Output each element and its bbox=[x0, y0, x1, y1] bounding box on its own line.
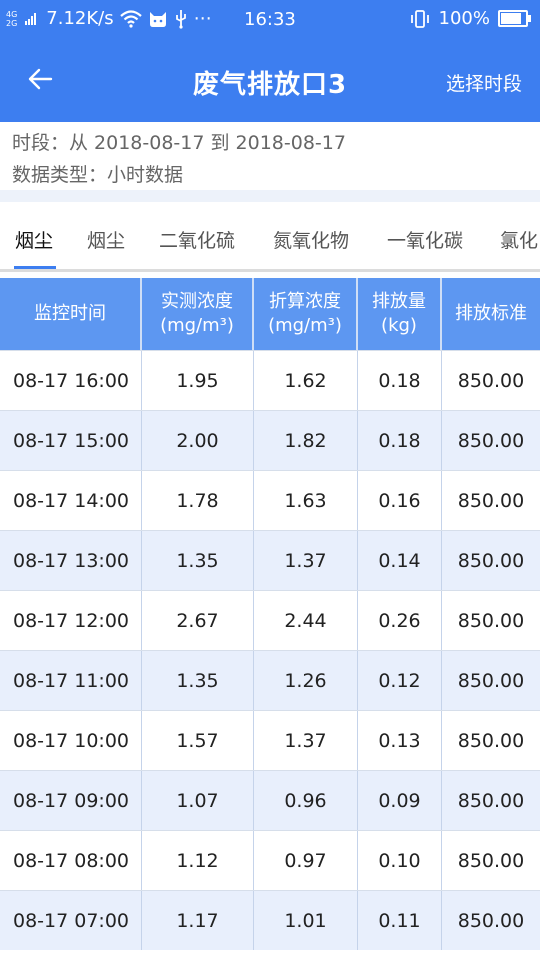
cell-converted: 0.96 bbox=[254, 771, 358, 830]
table-row[interactable]: 08-17 13:00 1.35 1.37 0.14 850.00 bbox=[0, 530, 540, 590]
emission-data-table: 监控时间 实测浓度 (mg/m³) 折算浓度 (mg/m³) 排放量 (kg) 排放标… bbox=[0, 278, 540, 950]
cell-measured: 1.07 bbox=[142, 771, 254, 830]
cell-time: 08-17 11:00 bbox=[0, 651, 142, 710]
table-row[interactable]: 08-17 14:00 1.78 1.63 0.16 850.00 bbox=[0, 470, 540, 530]
table-header-row: 监控时间 实测浓度 (mg/m³) 折算浓度 (mg/m³) 排放量 (kg) 排放标… bbox=[0, 278, 540, 350]
network-top-label: 4G bbox=[6, 9, 18, 19]
cell-time: 08-17 07:00 bbox=[0, 891, 142, 950]
cell-emission: 0.16 bbox=[358, 471, 442, 530]
more-notifications-icon: ⋯ bbox=[193, 8, 212, 29]
usb-icon bbox=[175, 9, 186, 29]
table-row[interactable]: 08-17 08:00 1.12 0.97 0.10 850.00 bbox=[0, 830, 540, 890]
cell-emission: 0.11 bbox=[358, 891, 442, 950]
tab-smoke-dust-2[interactable]: 烟尘 bbox=[87, 226, 125, 253]
battery-icon bbox=[498, 10, 531, 27]
pollutant-tabs: 烟尘 烟尘 二氧化硫 氮氧化物 一氧化碳 氯化 bbox=[0, 202, 540, 272]
table-row[interactable]: 08-17 16:00 1.95 1.62 0.18 850.00 bbox=[0, 350, 540, 410]
cell-emission: 0.26 bbox=[358, 591, 442, 650]
cell-converted: 1.63 bbox=[254, 471, 358, 530]
cell-time: 08-17 14:00 bbox=[0, 471, 142, 530]
header-converted-concentration: 折算浓度 (mg/m³) bbox=[254, 278, 358, 350]
data-type-text: 数据类型：小时数据 bbox=[12, 164, 184, 186]
cell-measured: 2.00 bbox=[142, 411, 254, 470]
tab-smoke-dust[interactable]: 烟尘 bbox=[15, 226, 53, 253]
cell-measured: 1.12 bbox=[142, 831, 254, 890]
cell-standard: 850.00 bbox=[457, 729, 525, 752]
cell-measured: 1.35 bbox=[142, 531, 254, 590]
table-row[interactable]: 08-17 07:00 1.17 1.01 0.11 850.00 bbox=[0, 890, 540, 950]
app-bar: 废气排放口3 选择时段 bbox=[0, 40, 540, 122]
cell-standard: 850.00 bbox=[457, 369, 525, 392]
cell-emission: 0.13 bbox=[358, 711, 442, 770]
cat-app-icon bbox=[149, 11, 166, 27]
cell-time: 08-17 13:00 bbox=[0, 531, 142, 590]
cell-emission: 0.12 bbox=[358, 651, 442, 710]
network-speed: 7.12K/s bbox=[46, 8, 114, 29]
status-bar: 4G 2G 7.12K/s ⋯ 16:33 100% bbox=[0, 0, 540, 40]
table-row[interactable]: 08-17 09:00 1.07 0.96 0.09 850.00 bbox=[0, 770, 540, 830]
cell-measured: 1.95 bbox=[142, 351, 254, 410]
header-measured-concentration: 实测浓度 (mg/m³) bbox=[142, 278, 254, 350]
signal-icon bbox=[25, 12, 37, 25]
cell-converted: 1.82 bbox=[254, 411, 358, 470]
table-row[interactable]: 08-17 12:00 2.67 2.44 0.26 850.00 bbox=[0, 590, 540, 650]
cell-emission: 0.18 bbox=[358, 411, 442, 470]
active-tab-indicator bbox=[14, 266, 56, 269]
cell-measured: 1.78 bbox=[142, 471, 254, 530]
query-info: 时段：从 2018-08-17 到 2018-08-17 数据类型：小时数据 bbox=[0, 122, 540, 190]
cell-emission: 0.14 bbox=[358, 531, 442, 590]
clock: 16:33 bbox=[244, 9, 296, 30]
cell-time: 08-17 09:00 bbox=[0, 771, 142, 830]
wifi-icon bbox=[119, 9, 142, 28]
table-row[interactable]: 08-17 11:00 1.35 1.26 0.12 850.00 bbox=[0, 650, 540, 710]
table-row[interactable]: 08-17 10:00 1.57 1.37 0.13 850.00 bbox=[0, 710, 540, 770]
tab-carbon-monoxide[interactable]: 一氧化碳 bbox=[387, 226, 463, 253]
header-monitor-time: 监控时间 bbox=[0, 278, 142, 350]
tab-nitrogen-oxides[interactable]: 氮氧化物 bbox=[273, 226, 349, 253]
cell-converted: 1.26 bbox=[254, 651, 358, 710]
cell-emission: 0.09 bbox=[358, 771, 442, 830]
status-right: 100% bbox=[409, 8, 531, 29]
tab-sulfur-dioxide[interactable]: 二氧化硫 bbox=[159, 226, 235, 253]
cell-time: 08-17 16:00 bbox=[0, 351, 142, 410]
network-type-icon: 4G 2G bbox=[6, 10, 17, 28]
cell-measured: 1.57 bbox=[142, 711, 254, 770]
tab-chloride[interactable]: 氯化 bbox=[500, 226, 538, 253]
cell-emission: 0.18 bbox=[358, 351, 442, 410]
cell-standard: 850.00 bbox=[457, 429, 525, 452]
cell-time: 08-17 10:00 bbox=[0, 711, 142, 770]
cell-standard: 850.00 bbox=[457, 489, 525, 512]
status-left: 4G 2G 7.12K/s ⋯ bbox=[6, 8, 212, 29]
section-divider bbox=[0, 190, 540, 202]
period-text: 时段：从 2018-08-17 到 2018-08-17 bbox=[12, 132, 346, 154]
cell-converted: 1.37 bbox=[254, 711, 358, 770]
cell-measured: 1.35 bbox=[142, 651, 254, 710]
cell-measured: 1.17 bbox=[142, 891, 254, 950]
cell-standard: 850.00 bbox=[457, 789, 525, 812]
cell-converted: 1.01 bbox=[254, 891, 358, 950]
cell-standard: 850.00 bbox=[457, 609, 525, 632]
network-bottom-label: 2G bbox=[6, 18, 18, 28]
cell-time: 08-17 08:00 bbox=[0, 831, 142, 890]
cell-converted: 1.37 bbox=[254, 531, 358, 590]
vibrate-icon bbox=[410, 9, 429, 28]
cell-converted: 2.44 bbox=[254, 591, 358, 650]
cell-converted: 0.97 bbox=[254, 831, 358, 890]
cell-standard: 850.00 bbox=[457, 849, 525, 872]
cell-converted: 1.62 bbox=[254, 351, 358, 410]
cell-standard: 850.00 bbox=[457, 549, 525, 572]
cell-standard: 850.00 bbox=[457, 669, 525, 692]
cell-time: 08-17 12:00 bbox=[0, 591, 142, 650]
select-period-button[interactable]: 选择时段 bbox=[446, 69, 522, 96]
header-emission-standard: 排放标准 bbox=[455, 303, 527, 324]
table-row[interactable]: 08-17 15:00 2.00 1.82 0.18 850.00 bbox=[0, 410, 540, 470]
cell-measured: 2.67 bbox=[142, 591, 254, 650]
header-emission-amount: 排放量 (kg) bbox=[358, 278, 442, 350]
battery-level bbox=[501, 13, 521, 24]
cell-emission: 0.10 bbox=[358, 831, 442, 890]
cell-standard: 850.00 bbox=[457, 909, 525, 932]
battery-percent: 100% bbox=[438, 8, 490, 29]
cell-time: 08-17 15:00 bbox=[0, 411, 142, 470]
